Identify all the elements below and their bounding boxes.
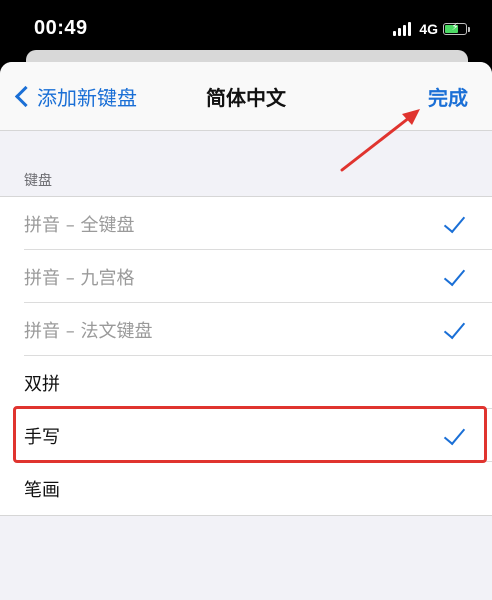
keyboard-row[interactable]: 拼音 – 法文键盘 <box>0 303 492 356</box>
checkmark-icon <box>443 263 466 287</box>
keyboard-list: 拼音 – 全键盘 拼音 – 九宫格 拼音 – 法文键盘 双拼 手写 笔画 <box>0 196 492 516</box>
status-bar: 00:49 4G ⚡ <box>0 0 492 52</box>
checkmark-icon <box>443 210 466 234</box>
navigation-bar: 添加新键盘 简体中文 完成 <box>0 62 492 131</box>
done-button[interactable]: 完成 <box>428 82 468 111</box>
cellular-signal-icon <box>393 22 413 36</box>
keyboard-row[interactable]: 手写 <box>0 409 492 462</box>
keyboard-label: 双拼 <box>24 373 60 395</box>
keyboard-label: 手写 <box>24 426 60 448</box>
status-indicators: 4G ⚡ <box>393 20 470 38</box>
keyboard-row[interactable]: 拼音 – 全键盘 <box>0 197 492 250</box>
keyboard-row[interactable]: 笔画 <box>0 462 492 515</box>
network-type: 4G <box>419 21 438 37</box>
checkmark-icon <box>443 422 466 446</box>
battery-cap <box>468 26 470 32</box>
keyboard-label: 笔画 <box>24 479 60 501</box>
keyboard-row[interactable]: 双拼 <box>0 356 492 409</box>
keyboard-label: 拼音 – 法文键盘 <box>24 320 153 342</box>
keyboard-row[interactable]: 拼音 – 九宫格 <box>0 250 492 303</box>
keyboard-label: 拼音 – 全键盘 <box>24 214 135 236</box>
keyboard-label: 拼音 – 九宫格 <box>24 267 135 289</box>
battery-icon: ⚡ <box>443 22 467 35</box>
checkmark-icon <box>443 316 466 340</box>
section-header-keyboards: 键盘 <box>24 173 52 189</box>
page-title: 简体中文 <box>206 86 286 110</box>
status-time: 00:49 <box>34 17 88 39</box>
charging-bolt-icon: ⚡ <box>451 22 459 33</box>
